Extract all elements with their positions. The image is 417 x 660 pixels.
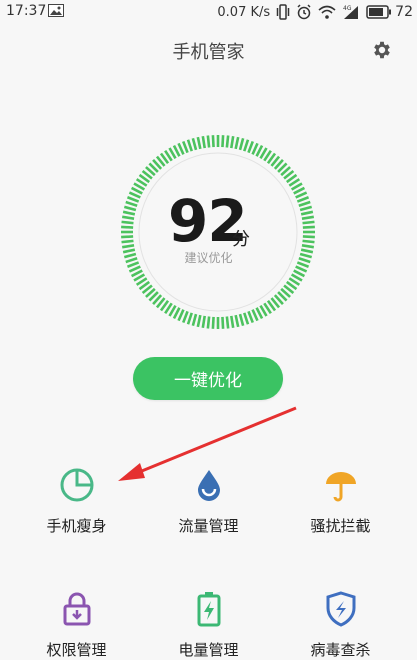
pie-chart-icon bbox=[60, 468, 93, 502]
ring-tick bbox=[128, 191, 141, 199]
ring-tick bbox=[302, 220, 315, 225]
ring-tick bbox=[221, 135, 225, 148]
ring-tick bbox=[302, 225, 315, 229]
ring-tick bbox=[302, 239, 315, 244]
battery-level: 72 bbox=[395, 4, 413, 20]
ring-tick bbox=[302, 235, 315, 239]
ring-tick bbox=[196, 136, 202, 150]
ring-tick bbox=[301, 244, 315, 249]
feature-label: 流量管理 bbox=[178, 517, 239, 535]
status-right: 0.07 K/s 4G 72 bbox=[217, 2, 413, 22]
ring-tick bbox=[230, 135, 235, 149]
ring-tick bbox=[201, 315, 206, 329]
battery-icon bbox=[366, 5, 392, 19]
alarm-icon bbox=[296, 4, 312, 20]
ring-tick bbox=[182, 140, 189, 154]
score-unit: 分 bbox=[232, 229, 250, 250]
feature-permission-management[interactable]: 权限管理 bbox=[7, 591, 146, 660]
ring-tick bbox=[123, 205, 137, 212]
feature-virus-scan[interactable]: 病毒查杀 bbox=[271, 591, 410, 660]
image-icon bbox=[48, 4, 64, 17]
ring-tick bbox=[247, 140, 254, 154]
vibrate-icon bbox=[276, 4, 290, 20]
ring-tick bbox=[186, 312, 193, 325]
ring-tick bbox=[301, 215, 315, 220]
ring-tick bbox=[121, 215, 135, 220]
ring-tick bbox=[191, 137, 198, 151]
ring-tick bbox=[121, 235, 134, 239]
settings-button[interactable] bbox=[371, 39, 393, 61]
ring-tick bbox=[299, 205, 313, 212]
one-click-optimize-button[interactable]: 一键优化 bbox=[133, 357, 283, 400]
signal-icon: 4G bbox=[342, 4, 360, 20]
feature-label: 电量管理 bbox=[178, 641, 239, 659]
ring-tick bbox=[177, 142, 185, 155]
ring-tick bbox=[122, 210, 136, 216]
ring-tick bbox=[211, 135, 215, 148]
page-title: 手机管家 bbox=[172, 42, 245, 63]
svg-text:4G: 4G bbox=[343, 5, 352, 12]
ring-tick bbox=[295, 191, 308, 199]
ring-tick bbox=[251, 142, 259, 155]
ring-tick bbox=[191, 313, 198, 327]
ring-tick bbox=[225, 316, 230, 329]
ring-tick bbox=[177, 309, 185, 322]
ring-tick bbox=[126, 196, 140, 203]
ring-tick bbox=[298, 200, 311, 207]
ring-tick bbox=[251, 309, 259, 322]
gear-icon bbox=[374, 41, 390, 59]
ring-tick bbox=[234, 314, 240, 328]
score-subtitle: 建议优化 bbox=[184, 251, 233, 265]
ring-tick bbox=[121, 244, 135, 249]
battery-charge-icon bbox=[197, 592, 220, 627]
ring-tick bbox=[121, 225, 134, 229]
ring-tick bbox=[211, 316, 215, 329]
ring-tick bbox=[296, 196, 310, 203]
shield-icon bbox=[326, 591, 355, 627]
network-speed: 0.07 K/s bbox=[217, 4, 271, 20]
ring-tick bbox=[225, 135, 230, 148]
ring-tick bbox=[182, 310, 189, 324]
ring-tick bbox=[206, 316, 211, 329]
feature-label: 权限管理 bbox=[46, 641, 107, 659]
ring-tick bbox=[196, 314, 202, 328]
status-time: 17:37 bbox=[6, 3, 47, 19]
ring-tick bbox=[121, 220, 134, 225]
ring-tick bbox=[243, 139, 250, 152]
ring-tick bbox=[243, 312, 250, 325]
ring-tick bbox=[206, 135, 211, 148]
ring-tick bbox=[300, 210, 314, 216]
ring-tick bbox=[121, 239, 134, 244]
ring-tick bbox=[128, 265, 141, 273]
ring-tick bbox=[221, 316, 225, 329]
ring-tick bbox=[186, 139, 193, 152]
wifi-icon bbox=[318, 5, 336, 19]
ring-tick bbox=[234, 136, 240, 150]
ring-tick bbox=[247, 310, 254, 324]
feature-harassment-block[interactable]: 骚扰拦截 bbox=[271, 467, 410, 536]
ring-tick bbox=[230, 315, 235, 329]
feature-phone-cleanup[interactable]: 手机瘦身 bbox=[7, 467, 146, 536]
feature-battery-management[interactable]: 电量管理 bbox=[139, 591, 278, 660]
ring-tick bbox=[295, 265, 308, 273]
status-bar: 17:37 0.07 K/s 4G 72 bbox=[0, 0, 417, 24]
feature-label: 骚扰拦截 bbox=[310, 517, 371, 535]
ring-tick bbox=[238, 313, 245, 327]
ring-tick bbox=[201, 135, 206, 149]
feature-data-management[interactable]: 流量管理 bbox=[139, 467, 278, 536]
ring-tick bbox=[125, 200, 138, 207]
feature-label: 手机瘦身 bbox=[46, 517, 107, 535]
lock-icon bbox=[63, 592, 90, 626]
feature-label: 病毒查杀 bbox=[310, 641, 371, 659]
umbrella-icon bbox=[325, 472, 356, 502]
water-drop-icon bbox=[197, 470, 220, 501]
ring-tick bbox=[238, 137, 245, 151]
battery-indicator: 72 bbox=[366, 4, 413, 20]
